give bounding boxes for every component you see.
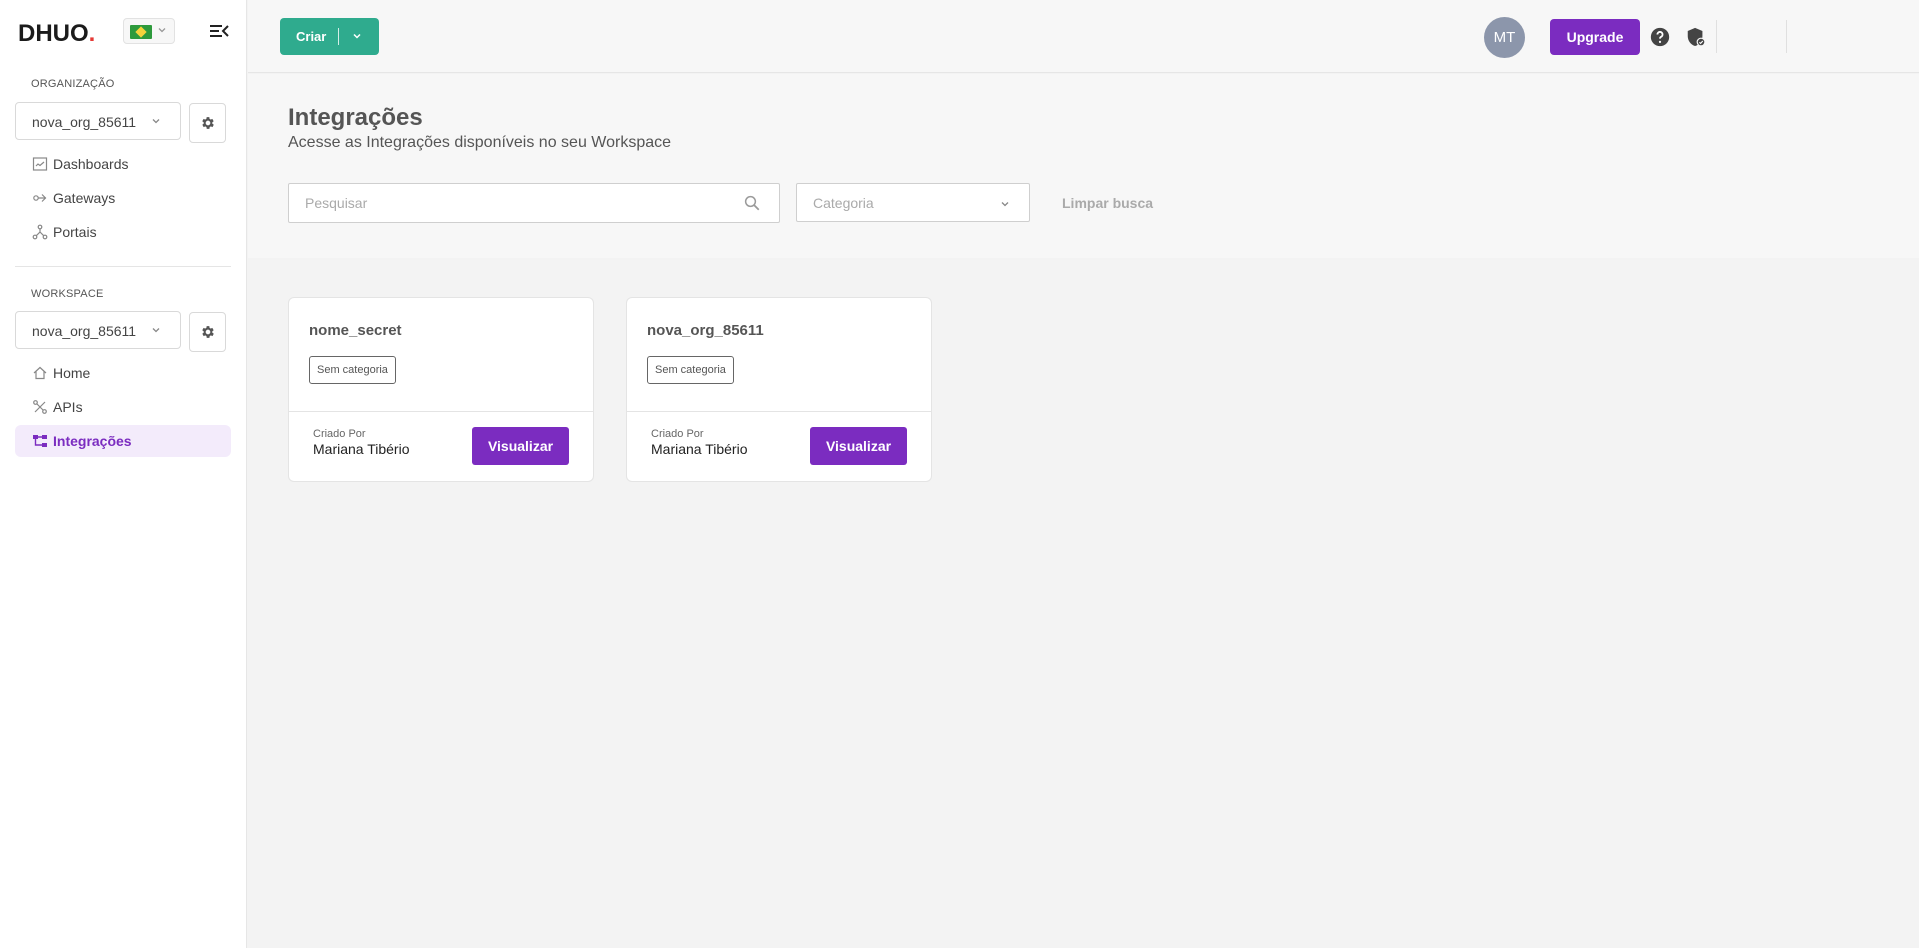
language-selector[interactable] bbox=[123, 18, 175, 44]
clear-search-button[interactable]: Limpar busca bbox=[1062, 195, 1153, 211]
workspace-select[interactable]: nova_org_85611 bbox=[15, 311, 181, 349]
logo[interactable]: DHUO. bbox=[18, 20, 95, 48]
view-button[interactable]: Visualizar bbox=[810, 427, 907, 465]
sidebar-divider bbox=[15, 266, 231, 267]
upgrade-button[interactable]: Upgrade bbox=[1550, 19, 1640, 55]
integrations-icon bbox=[31, 432, 49, 450]
topbar-divider bbox=[1786, 20, 1787, 53]
sidebar-item-portais[interactable]: Portais bbox=[15, 216, 231, 248]
search-box bbox=[288, 183, 780, 223]
sidebar-item-home[interactable]: Home bbox=[15, 357, 231, 389]
workspace-settings-button[interactable] bbox=[189, 312, 226, 352]
gear-icon bbox=[201, 117, 214, 129]
created-by-name: Mariana Tibério bbox=[651, 441, 748, 457]
portal-icon bbox=[31, 223, 49, 241]
create-button-label: Criar bbox=[296, 29, 327, 44]
help-icon[interactable] bbox=[1648, 25, 1672, 49]
sidebar-item-integracoes[interactable]: Integrações bbox=[15, 425, 231, 457]
sidebar-item-label: Portais bbox=[53, 224, 97, 240]
org-settings-button[interactable] bbox=[189, 103, 226, 143]
search-icon[interactable] bbox=[743, 194, 761, 212]
sidebar-item-label: Integrações bbox=[53, 433, 132, 449]
page-title: Integrações bbox=[288, 104, 423, 131]
org-section-label: ORGANIZAÇÃO bbox=[31, 78, 115, 90]
chevron-down-icon bbox=[1001, 202, 1009, 207]
chevron-down-icon bbox=[152, 119, 160, 124]
api-icon bbox=[31, 398, 49, 416]
created-by-name: Mariana Tibério bbox=[313, 441, 410, 457]
sidebar-item-gateways[interactable]: Gateways bbox=[15, 182, 231, 214]
created-by-label: Criado Por bbox=[651, 428, 704, 440]
brazil-flag-icon bbox=[130, 25, 152, 39]
category-select[interactable]: Categoria bbox=[796, 183, 1030, 222]
integration-card: nova_org_85611 Sem categoria Criado Por … bbox=[626, 297, 932, 482]
gear-icon bbox=[201, 326, 214, 338]
user-avatar[interactable]: MT bbox=[1484, 17, 1525, 58]
chevron-down-icon bbox=[152, 328, 160, 333]
topbar-divider bbox=[1716, 20, 1717, 53]
integration-name: nome_secret bbox=[309, 322, 402, 339]
category-badge: Sem categoria bbox=[309, 356, 396, 384]
gateway-icon bbox=[31, 189, 49, 207]
sidebar-item-label: Home bbox=[53, 365, 91, 381]
created-by-label: Criado Por bbox=[313, 428, 366, 440]
category-placeholder: Categoria bbox=[813, 195, 874, 211]
page-subtitle: Acesse as Integrações disponíveis no seu… bbox=[288, 134, 672, 151]
search-input[interactable] bbox=[289, 184, 729, 222]
sidebar-item-label: APIs bbox=[53, 399, 83, 415]
chevron-down-icon bbox=[158, 28, 166, 33]
chevron-down-icon[interactable] bbox=[351, 30, 363, 42]
top-bar: Criar bbox=[248, 0, 1919, 73]
create-button[interactable]: Criar bbox=[280, 18, 379, 55]
create-button-separator bbox=[338, 28, 339, 45]
home-icon bbox=[31, 364, 49, 382]
logo-row: DHUO. bbox=[18, 18, 230, 48]
integration-card: nome_secret Sem categoria Criado Por Mar… bbox=[288, 297, 594, 482]
card-divider bbox=[627, 411, 931, 412]
sidebar-item-label: Dashboards bbox=[53, 156, 129, 172]
org-select[interactable]: nova_org_85611 bbox=[15, 102, 181, 140]
view-button[interactable]: Visualizar bbox=[472, 427, 569, 465]
sidebar-item-label: Gateways bbox=[53, 190, 116, 206]
sidebar: DHUO. ORGANIZAÇÃO nova_org_85611 Dashboa… bbox=[0, 0, 247, 948]
sidebar-item-dashboards[interactable]: Dashboards bbox=[15, 148, 231, 180]
workspace-section-label: WORKSPACE bbox=[31, 288, 104, 300]
security-shield-icon[interactable] bbox=[1684, 25, 1708, 49]
workspace-select-value: nova_org_85611 bbox=[32, 323, 137, 339]
card-divider bbox=[289, 411, 593, 412]
category-badge: Sem categoria bbox=[647, 356, 734, 384]
sidebar-item-apis[interactable]: APIs bbox=[15, 391, 231, 423]
collapse-menu-icon[interactable] bbox=[208, 21, 230, 41]
dashboard-icon bbox=[31, 155, 49, 173]
page-header: Integrações Acesse as Integrações dispon… bbox=[248, 74, 1919, 258]
org-select-value: nova_org_85611 bbox=[32, 114, 137, 130]
integration-name: nova_org_85611 bbox=[647, 322, 764, 339]
